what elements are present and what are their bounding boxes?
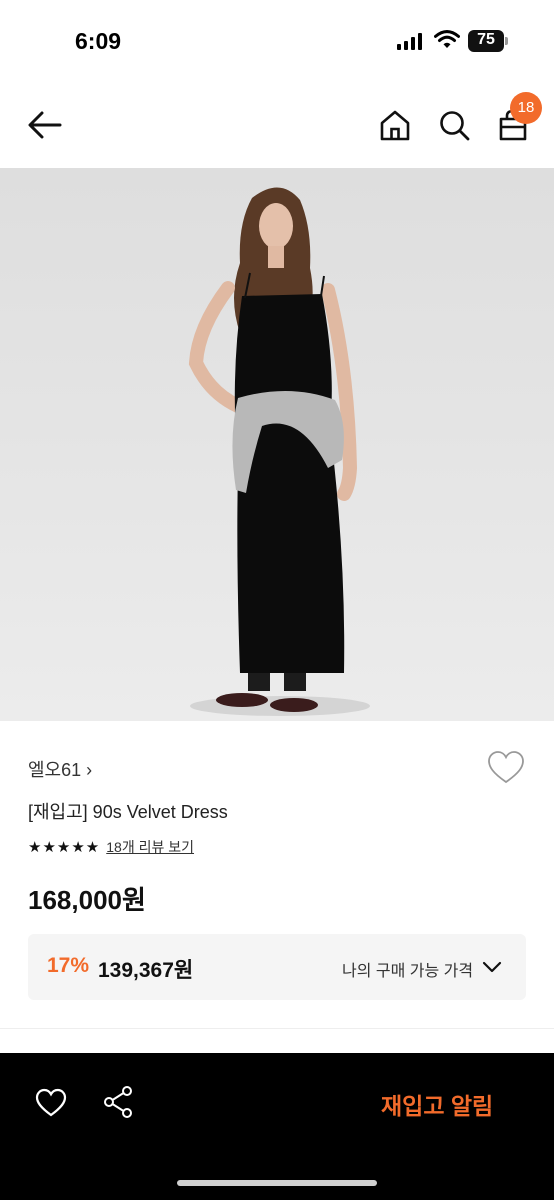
divider <box>0 1028 554 1029</box>
battery-icon: 75 <box>468 30 508 52</box>
home-icon[interactable] <box>378 108 412 142</box>
discount-label: 나의 구매 가능 가격 <box>342 963 474 980</box>
bottom-action-bar: 재입고 알림 <box>0 1053 554 1200</box>
battery-level: 75 <box>477 31 495 48</box>
search-icon[interactable] <box>437 108 471 142</box>
share-icon[interactable] <box>102 1085 136 1119</box>
product-image[interactable] <box>0 168 554 721</box>
cart-badge: 18 <box>510 92 542 124</box>
heart-icon[interactable] <box>35 1088 67 1118</box>
model-photo <box>188 187 370 716</box>
rating-stars: ★★★★★ <box>28 839 101 856</box>
product-price: 168,000원 <box>28 885 146 915</box>
header <box>0 82 554 168</box>
discount-rate: 17% <box>47 954 90 977</box>
wifi-icon <box>434 30 460 48</box>
rating: ★★★★★ 18개 리뷰 보기 <box>28 837 194 857</box>
restock-alert-button[interactable]: 재입고 알림 <box>381 1087 493 1121</box>
product-name: [재입고] 90s Velvet Dress <box>28 802 228 822</box>
discount-box[interactable]: 17% 139,367원 나의 구매 가능 가격 <box>28 934 526 1000</box>
discount-price: 139,367원 <box>98 959 194 982</box>
status-bar: 6:09 75 <box>0 0 554 82</box>
brand-link[interactable]: 엘오61 › <box>28 756 92 782</box>
status-time: 6:09 <box>75 28 122 54</box>
heart-icon[interactable] <box>487 750 525 786</box>
chevron-down-icon[interactable] <box>482 960 502 974</box>
review-link[interactable]: 18개 리뷰 보기 <box>106 837 194 857</box>
back-arrow-icon[interactable] <box>24 106 66 144</box>
home-indicator <box>177 1180 377 1186</box>
signal-icon <box>397 33 422 50</box>
